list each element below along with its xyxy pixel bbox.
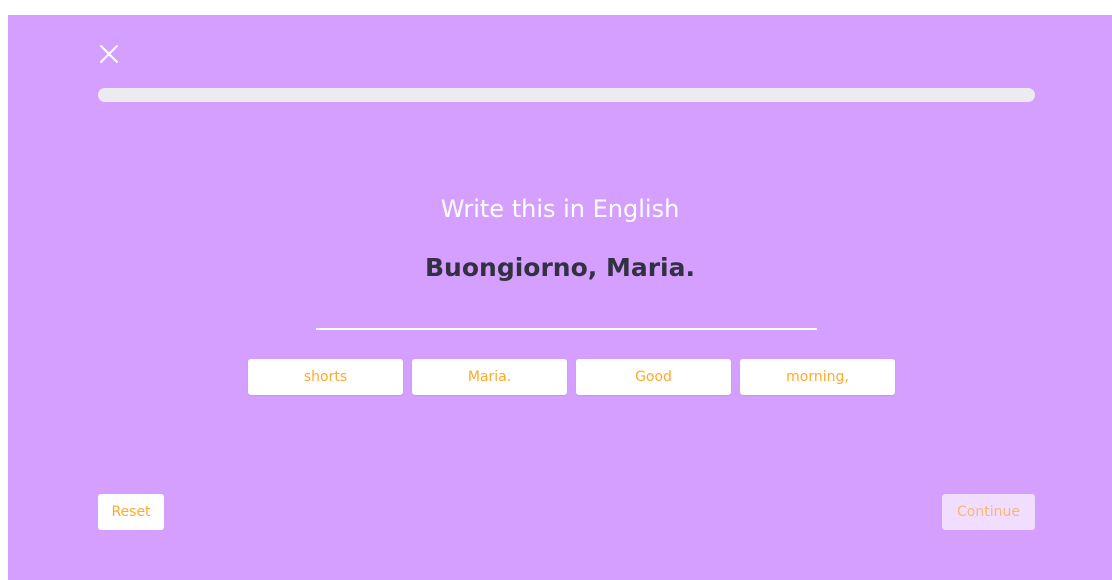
progress-bar — [98, 88, 1035, 102]
word-chip[interactable]: shorts — [248, 359, 403, 395]
reset-button[interactable]: Reset — [98, 494, 164, 530]
close-button[interactable] — [98, 43, 120, 65]
word-chip[interactable]: Good — [576, 359, 731, 395]
word-chip[interactable]: morning, — [740, 359, 895, 395]
lesson-screen: Write this in English Buongiorno, Maria.… — [8, 15, 1112, 580]
answer-area[interactable] — [316, 328, 817, 330]
continue-button[interactable]: Continue — [942, 494, 1035, 530]
word-bank: shorts Maria. Good morning, — [248, 359, 895, 395]
exercise-prompt: Buongiorno, Maria. — [425, 253, 695, 282]
close-icon — [100, 45, 118, 63]
exercise-instruction: Write this in English — [440, 195, 680, 223]
word-chip[interactable]: Maria. — [412, 359, 567, 395]
